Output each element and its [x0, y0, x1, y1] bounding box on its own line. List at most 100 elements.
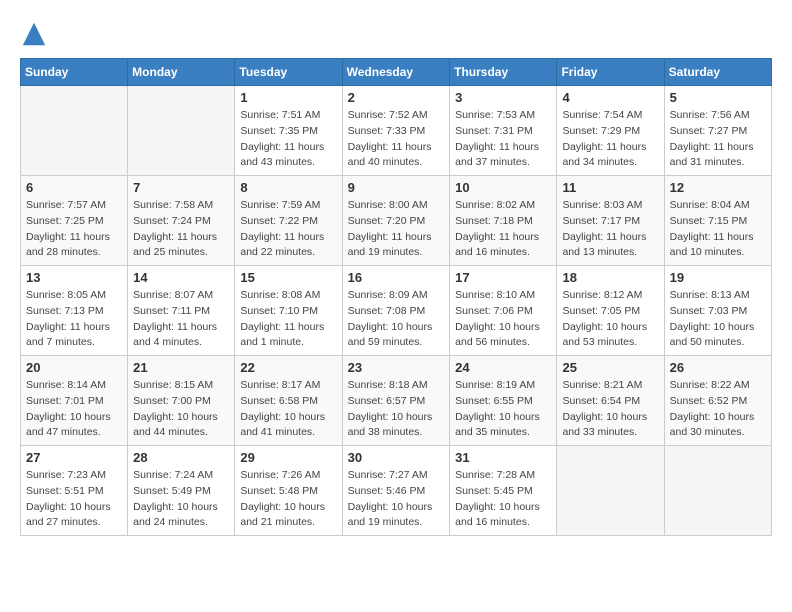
day-number: 27	[26, 450, 122, 465]
calendar-cell: 8 Sunrise: 7:59 AM Sunset: 7:22 PM Daylig…	[235, 176, 342, 266]
calendar-cell: 20 Sunrise: 8:14 AM Sunset: 7:01 PM Dayli…	[21, 356, 128, 446]
day-info: Sunrise: 8:15 AM Sunset: 7:00 PM Dayligh…	[133, 378, 229, 441]
calendar-cell: 19 Sunrise: 8:13 AM Sunset: 7:03 PM Dayli…	[664, 266, 771, 356]
day-number: 31	[455, 450, 551, 465]
day-number: 22	[240, 360, 336, 375]
day-info: Sunrise: 8:08 AM Sunset: 7:10 PM Dayligh…	[240, 288, 336, 351]
calendar-cell: 13 Sunrise: 8:05 AM Sunset: 7:13 PM Dayli…	[21, 266, 128, 356]
calendar-cell: 6 Sunrise: 7:57 AM Sunset: 7:25 PM Daylig…	[21, 176, 128, 266]
day-number: 17	[455, 270, 551, 285]
calendar-week-row: 1Sunrise: 7:51 AM Sunset: 7:35 PM Daylig…	[21, 86, 772, 176]
calendar-cell	[128, 86, 235, 176]
calendar-week-row: 13 Sunrise: 8:05 AM Sunset: 7:13 PM Dayli…	[21, 266, 772, 356]
day-info: Sunrise: 8:03 AM Sunset: 7:17 PM Dayligh…	[562, 198, 658, 261]
calendar-cell: 16 Sunrise: 8:09 AM Sunset: 7:08 PM Dayli…	[342, 266, 450, 356]
calendar-cell	[557, 446, 664, 536]
calendar-body: 1Sunrise: 7:51 AM Sunset: 7:35 PM Daylig…	[21, 86, 772, 536]
day-header: Tuesday	[235, 59, 342, 86]
day-number: 15	[240, 270, 336, 285]
calendar-cell: 28 Sunrise: 7:24 AM Sunset: 5:49 PM Dayli…	[128, 446, 235, 536]
calendar-cell: 27 Sunrise: 7:23 AM Sunset: 5:51 PM Dayli…	[21, 446, 128, 536]
day-info: Sunrise: 7:54 AM Sunset: 7:29 PM Dayligh…	[562, 108, 658, 171]
page-header	[20, 20, 772, 48]
day-info: Sunrise: 7:58 AM Sunset: 7:24 PM Dayligh…	[133, 198, 229, 261]
calendar-cell: 7 Sunrise: 7:58 AM Sunset: 7:24 PM Daylig…	[128, 176, 235, 266]
day-info: Sunrise: 8:00 AM Sunset: 7:20 PM Dayligh…	[348, 198, 445, 261]
day-number: 20	[26, 360, 122, 375]
day-header: Thursday	[450, 59, 557, 86]
day-info: Sunrise: 7:51 AM Sunset: 7:35 PM Dayligh…	[240, 108, 336, 171]
day-number: 12	[670, 180, 766, 195]
calendar-cell	[664, 446, 771, 536]
calendar-cell: 3 Sunrise: 7:53 AM Sunset: 7:31 PM Daylig…	[450, 86, 557, 176]
day-info: Sunrise: 8:21 AM Sunset: 6:54 PM Dayligh…	[562, 378, 658, 441]
day-info: Sunrise: 8:02 AM Sunset: 7:18 PM Dayligh…	[455, 198, 551, 261]
day-info: Sunrise: 7:56 AM Sunset: 7:27 PM Dayligh…	[670, 108, 766, 171]
day-info: Sunrise: 8:14 AM Sunset: 7:01 PM Dayligh…	[26, 378, 122, 441]
calendar-week-row: 6 Sunrise: 7:57 AM Sunset: 7:25 PM Daylig…	[21, 176, 772, 266]
day-number: 23	[348, 360, 445, 375]
day-number: 30	[348, 450, 445, 465]
day-header: Monday	[128, 59, 235, 86]
day-number: 16	[348, 270, 445, 285]
day-number: 11	[562, 180, 658, 195]
day-number: 7	[133, 180, 229, 195]
day-info: Sunrise: 7:24 AM Sunset: 5:49 PM Dayligh…	[133, 468, 229, 531]
day-number: 21	[133, 360, 229, 375]
day-number: 13	[26, 270, 122, 285]
day-info: Sunrise: 8:22 AM Sunset: 6:52 PM Dayligh…	[670, 378, 766, 441]
calendar-cell: 22 Sunrise: 8:17 AM Sunset: 6:58 PM Dayli…	[235, 356, 342, 446]
day-number: 28	[133, 450, 229, 465]
day-number: 4	[562, 90, 658, 105]
logo-icon	[20, 20, 48, 48]
calendar-cell: 12Sunrise: 8:04 AM Sunset: 7:15 PM Dayli…	[664, 176, 771, 266]
day-number: 6	[26, 180, 122, 195]
day-info: Sunrise: 7:52 AM Sunset: 7:33 PM Dayligh…	[348, 108, 445, 171]
day-number: 18	[562, 270, 658, 285]
day-info: Sunrise: 8:10 AM Sunset: 7:06 PM Dayligh…	[455, 288, 551, 351]
day-number: 5	[670, 90, 766, 105]
day-number: 2	[348, 90, 445, 105]
calendar-cell: 31Sunrise: 7:28 AM Sunset: 5:45 PM Dayli…	[450, 446, 557, 536]
calendar-cell: 26Sunrise: 8:22 AM Sunset: 6:52 PM Dayli…	[664, 356, 771, 446]
calendar-week-row: 27 Sunrise: 7:23 AM Sunset: 5:51 PM Dayli…	[21, 446, 772, 536]
calendar-cell: 2 Sunrise: 7:52 AM Sunset: 7:33 PM Daylig…	[342, 86, 450, 176]
day-number: 3	[455, 90, 551, 105]
day-info: Sunrise: 8:18 AM Sunset: 6:57 PM Dayligh…	[348, 378, 445, 441]
day-info: Sunrise: 8:05 AM Sunset: 7:13 PM Dayligh…	[26, 288, 122, 351]
day-info: Sunrise: 8:13 AM Sunset: 7:03 PM Dayligh…	[670, 288, 766, 351]
day-info: Sunrise: 7:23 AM Sunset: 5:51 PM Dayligh…	[26, 468, 122, 531]
day-info: Sunrise: 7:57 AM Sunset: 7:25 PM Dayligh…	[26, 198, 122, 261]
day-info: Sunrise: 8:09 AM Sunset: 7:08 PM Dayligh…	[348, 288, 445, 351]
day-number: 29	[240, 450, 336, 465]
calendar-cell: 9Sunrise: 8:00 AM Sunset: 7:20 PM Daylig…	[342, 176, 450, 266]
day-info: Sunrise: 7:59 AM Sunset: 7:22 PM Dayligh…	[240, 198, 336, 261]
day-info: Sunrise: 7:27 AM Sunset: 5:46 PM Dayligh…	[348, 468, 445, 531]
calendar-cell: 24Sunrise: 8:19 AM Sunset: 6:55 PM Dayli…	[450, 356, 557, 446]
calendar-cell: 4 Sunrise: 7:54 AM Sunset: 7:29 PM Daylig…	[557, 86, 664, 176]
day-number: 24	[455, 360, 551, 375]
day-number: 8	[240, 180, 336, 195]
calendar-cell: 14Sunrise: 8:07 AM Sunset: 7:11 PM Dayli…	[128, 266, 235, 356]
calendar-cell: 23 Sunrise: 8:18 AM Sunset: 6:57 PM Dayli…	[342, 356, 450, 446]
calendar-cell	[21, 86, 128, 176]
day-number: 19	[670, 270, 766, 285]
calendar-table: SundayMondayTuesdayWednesdayThursdayFrid…	[20, 58, 772, 536]
calendar-cell: 18 Sunrise: 8:12 AM Sunset: 7:05 PM Dayli…	[557, 266, 664, 356]
day-header: Saturday	[664, 59, 771, 86]
calendar-cell: 30 Sunrise: 7:27 AM Sunset: 5:46 PM Dayli…	[342, 446, 450, 536]
calendar-week-row: 20 Sunrise: 8:14 AM Sunset: 7:01 PM Dayli…	[21, 356, 772, 446]
calendar-cell: 29Sunrise: 7:26 AM Sunset: 5:48 PM Dayli…	[235, 446, 342, 536]
day-info: Sunrise: 8:17 AM Sunset: 6:58 PM Dayligh…	[240, 378, 336, 441]
calendar-cell: 21 Sunrise: 8:15 AM Sunset: 7:00 PM Dayli…	[128, 356, 235, 446]
calendar-cell: 5 Sunrise: 7:56 AM Sunset: 7:27 PM Daylig…	[664, 86, 771, 176]
day-info: Sunrise: 7:53 AM Sunset: 7:31 PM Dayligh…	[455, 108, 551, 171]
day-header: Wednesday	[342, 59, 450, 86]
day-number: 10	[455, 180, 551, 195]
calendar-cell: 10 Sunrise: 8:02 AM Sunset: 7:18 PM Dayli…	[450, 176, 557, 266]
calendar-header-row: SundayMondayTuesdayWednesdayThursdayFrid…	[21, 59, 772, 86]
day-header: Friday	[557, 59, 664, 86]
day-number: 14	[133, 270, 229, 285]
calendar-cell: 25Sunrise: 8:21 AM Sunset: 6:54 PM Dayli…	[557, 356, 664, 446]
day-info: Sunrise: 8:12 AM Sunset: 7:05 PM Dayligh…	[562, 288, 658, 351]
